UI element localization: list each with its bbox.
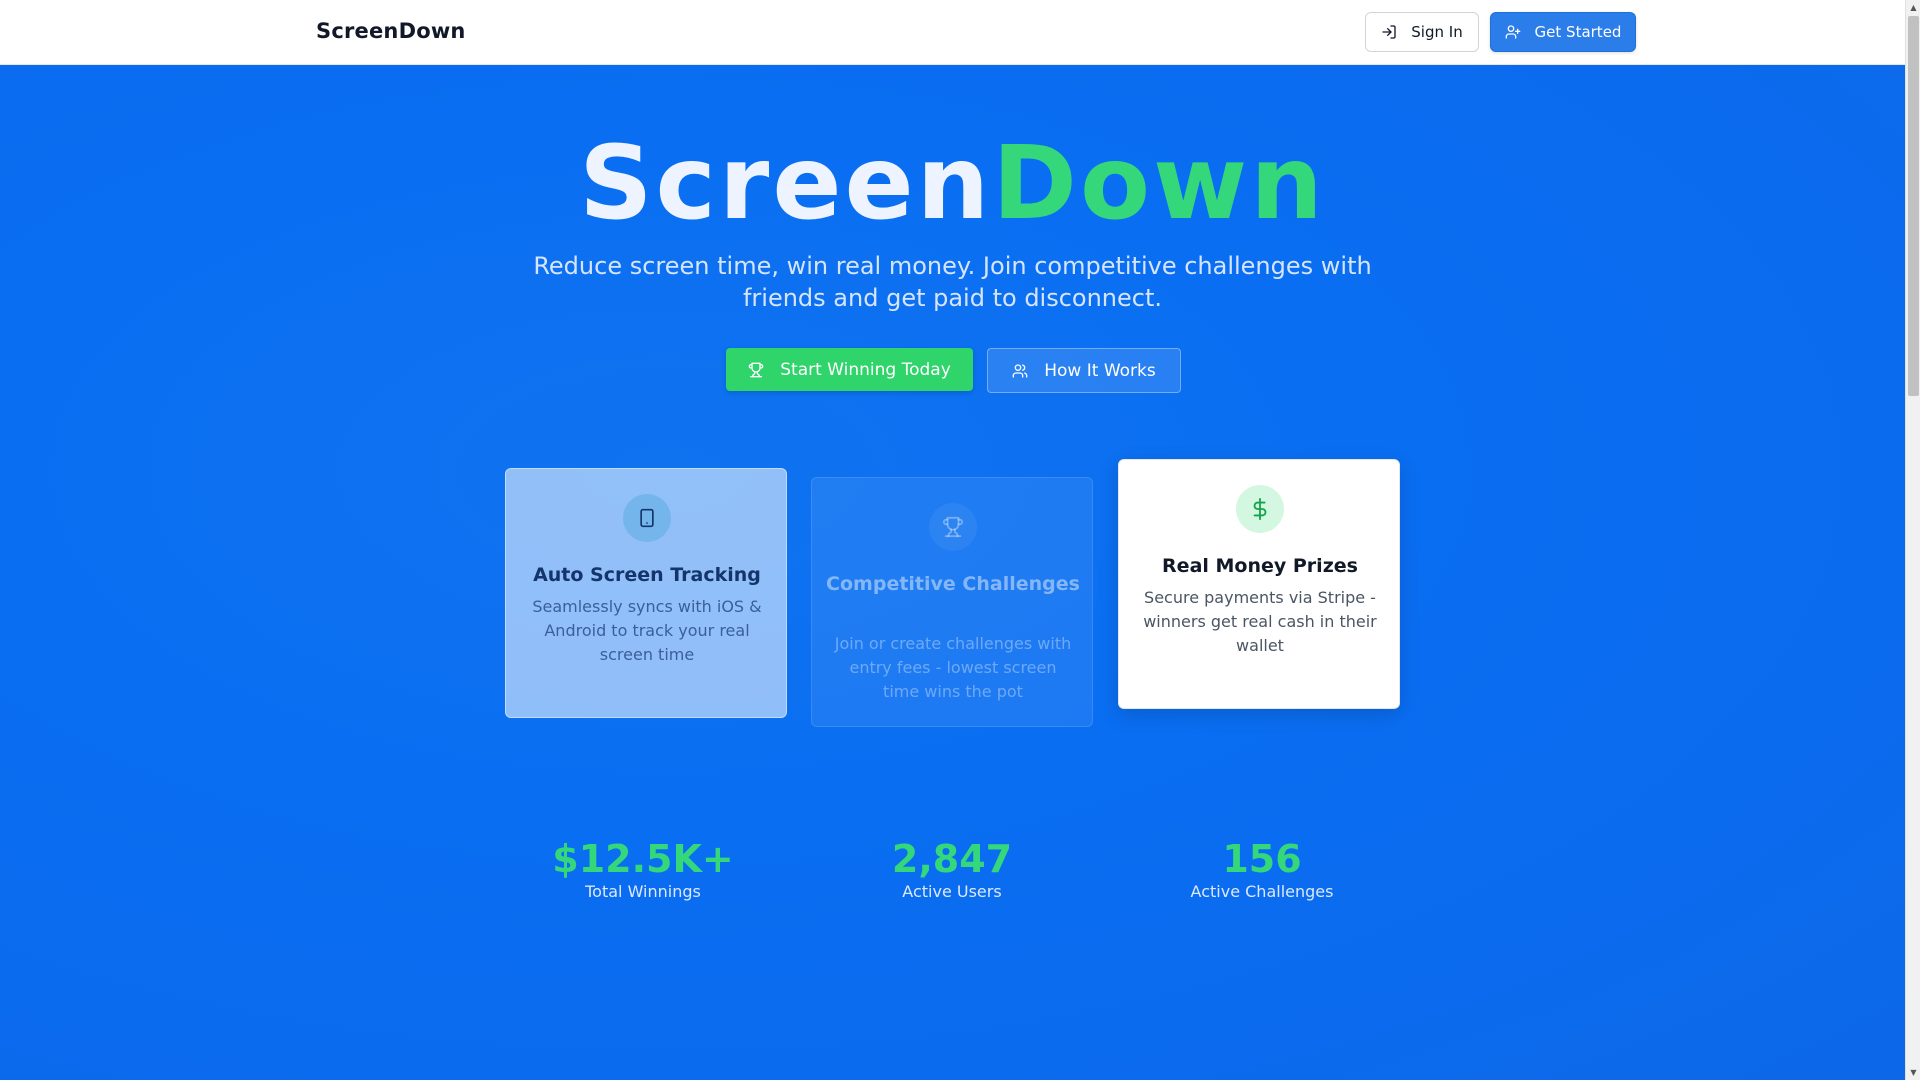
stat-value: 156 (1222, 837, 1302, 881)
stat-label: Active Users (902, 882, 1002, 901)
page: ScreenDown Sign In Get Started ScreenDow… (0, 0, 1905, 1080)
scroll-thumb[interactable] (1908, 16, 1919, 396)
scroll-up-arrow-icon[interactable]: ▲ (1906, 0, 1920, 15)
stat-active-challenges: 156 Active Challenges (1121, 837, 1403, 903)
feature-card-prizes: Real Money Prizes Secure payments via St… (1118, 459, 1400, 709)
hero-title-down: Down (992, 124, 1326, 243)
users-icon (1012, 363, 1028, 378)
top-nav: ScreenDown Sign In Get Started (0, 0, 1905, 65)
stat-value: 2,847 (891, 837, 1013, 881)
start-winning-button[interactable]: Start Winning Today (726, 348, 973, 391)
feature-card-screen-tracking: Auto Screen Tracking Seamlessly syncs wi… (505, 468, 787, 718)
hero-title-screen: Screen (579, 124, 993, 243)
login-icon (1382, 25, 1396, 39)
card-icon-wrap (623, 494, 671, 542)
hero-subtitle: Reduce screen time, win real money. Join… (533, 252, 1372, 312)
stat-value: $12.5K+ (552, 837, 734, 881)
card-title: Auto Screen Tracking (533, 564, 761, 586)
dollar-icon (1253, 498, 1267, 520)
hero-title: ScreenDown (0, 123, 1905, 245)
how-it-works-label: How It Works (1044, 360, 1156, 381)
start-winning-label: Start Winning Today (780, 359, 951, 380)
get-started-label: Get Started (1534, 23, 1622, 41)
card-description: Secure payments via Stripe - winners get… (1143, 588, 1377, 655)
card-icon-wrap (929, 503, 977, 551)
sign-in-button[interactable]: Sign In (1365, 12, 1479, 52)
scroll-down-arrow-icon[interactable]: ▼ (1906, 1065, 1920, 1080)
trophy-icon (748, 362, 764, 377)
card-title: Real Money Prizes (1162, 555, 1358, 577)
card-description: Seamlessly syncs with iOS & Android to t… (532, 597, 762, 664)
stat-total-winnings: $12.5K+ Total Winnings (502, 837, 784, 903)
smartphone-icon (640, 508, 654, 528)
feature-card-challenges: Competitive Challenges Join or create ch… (811, 477, 1093, 727)
card-icon-wrap (1236, 485, 1284, 533)
get-started-button[interactable]: Get Started (1490, 12, 1636, 52)
stat-label: Active Challenges (1190, 882, 1334, 901)
user-plus-icon (1505, 25, 1520, 39)
card-description: Join or create challenges with entry fee… (834, 634, 1072, 701)
card-title: Competitive Challenges (826, 573, 1080, 595)
page-scrollbar[interactable]: ▲ ▼ (1905, 0, 1920, 1080)
stat-label: Total Winnings (585, 882, 701, 901)
sign-in-label: Sign In (1411, 23, 1463, 41)
trophy-icon (942, 516, 964, 538)
brand-logo[interactable]: ScreenDown (316, 19, 466, 43)
how-it-works-button[interactable]: How It Works (987, 348, 1181, 393)
stat-active-users: 2,847 Active Users (811, 837, 1093, 903)
hero-section: ScreenDown Reduce screen time, win real … (0, 65, 1905, 1080)
